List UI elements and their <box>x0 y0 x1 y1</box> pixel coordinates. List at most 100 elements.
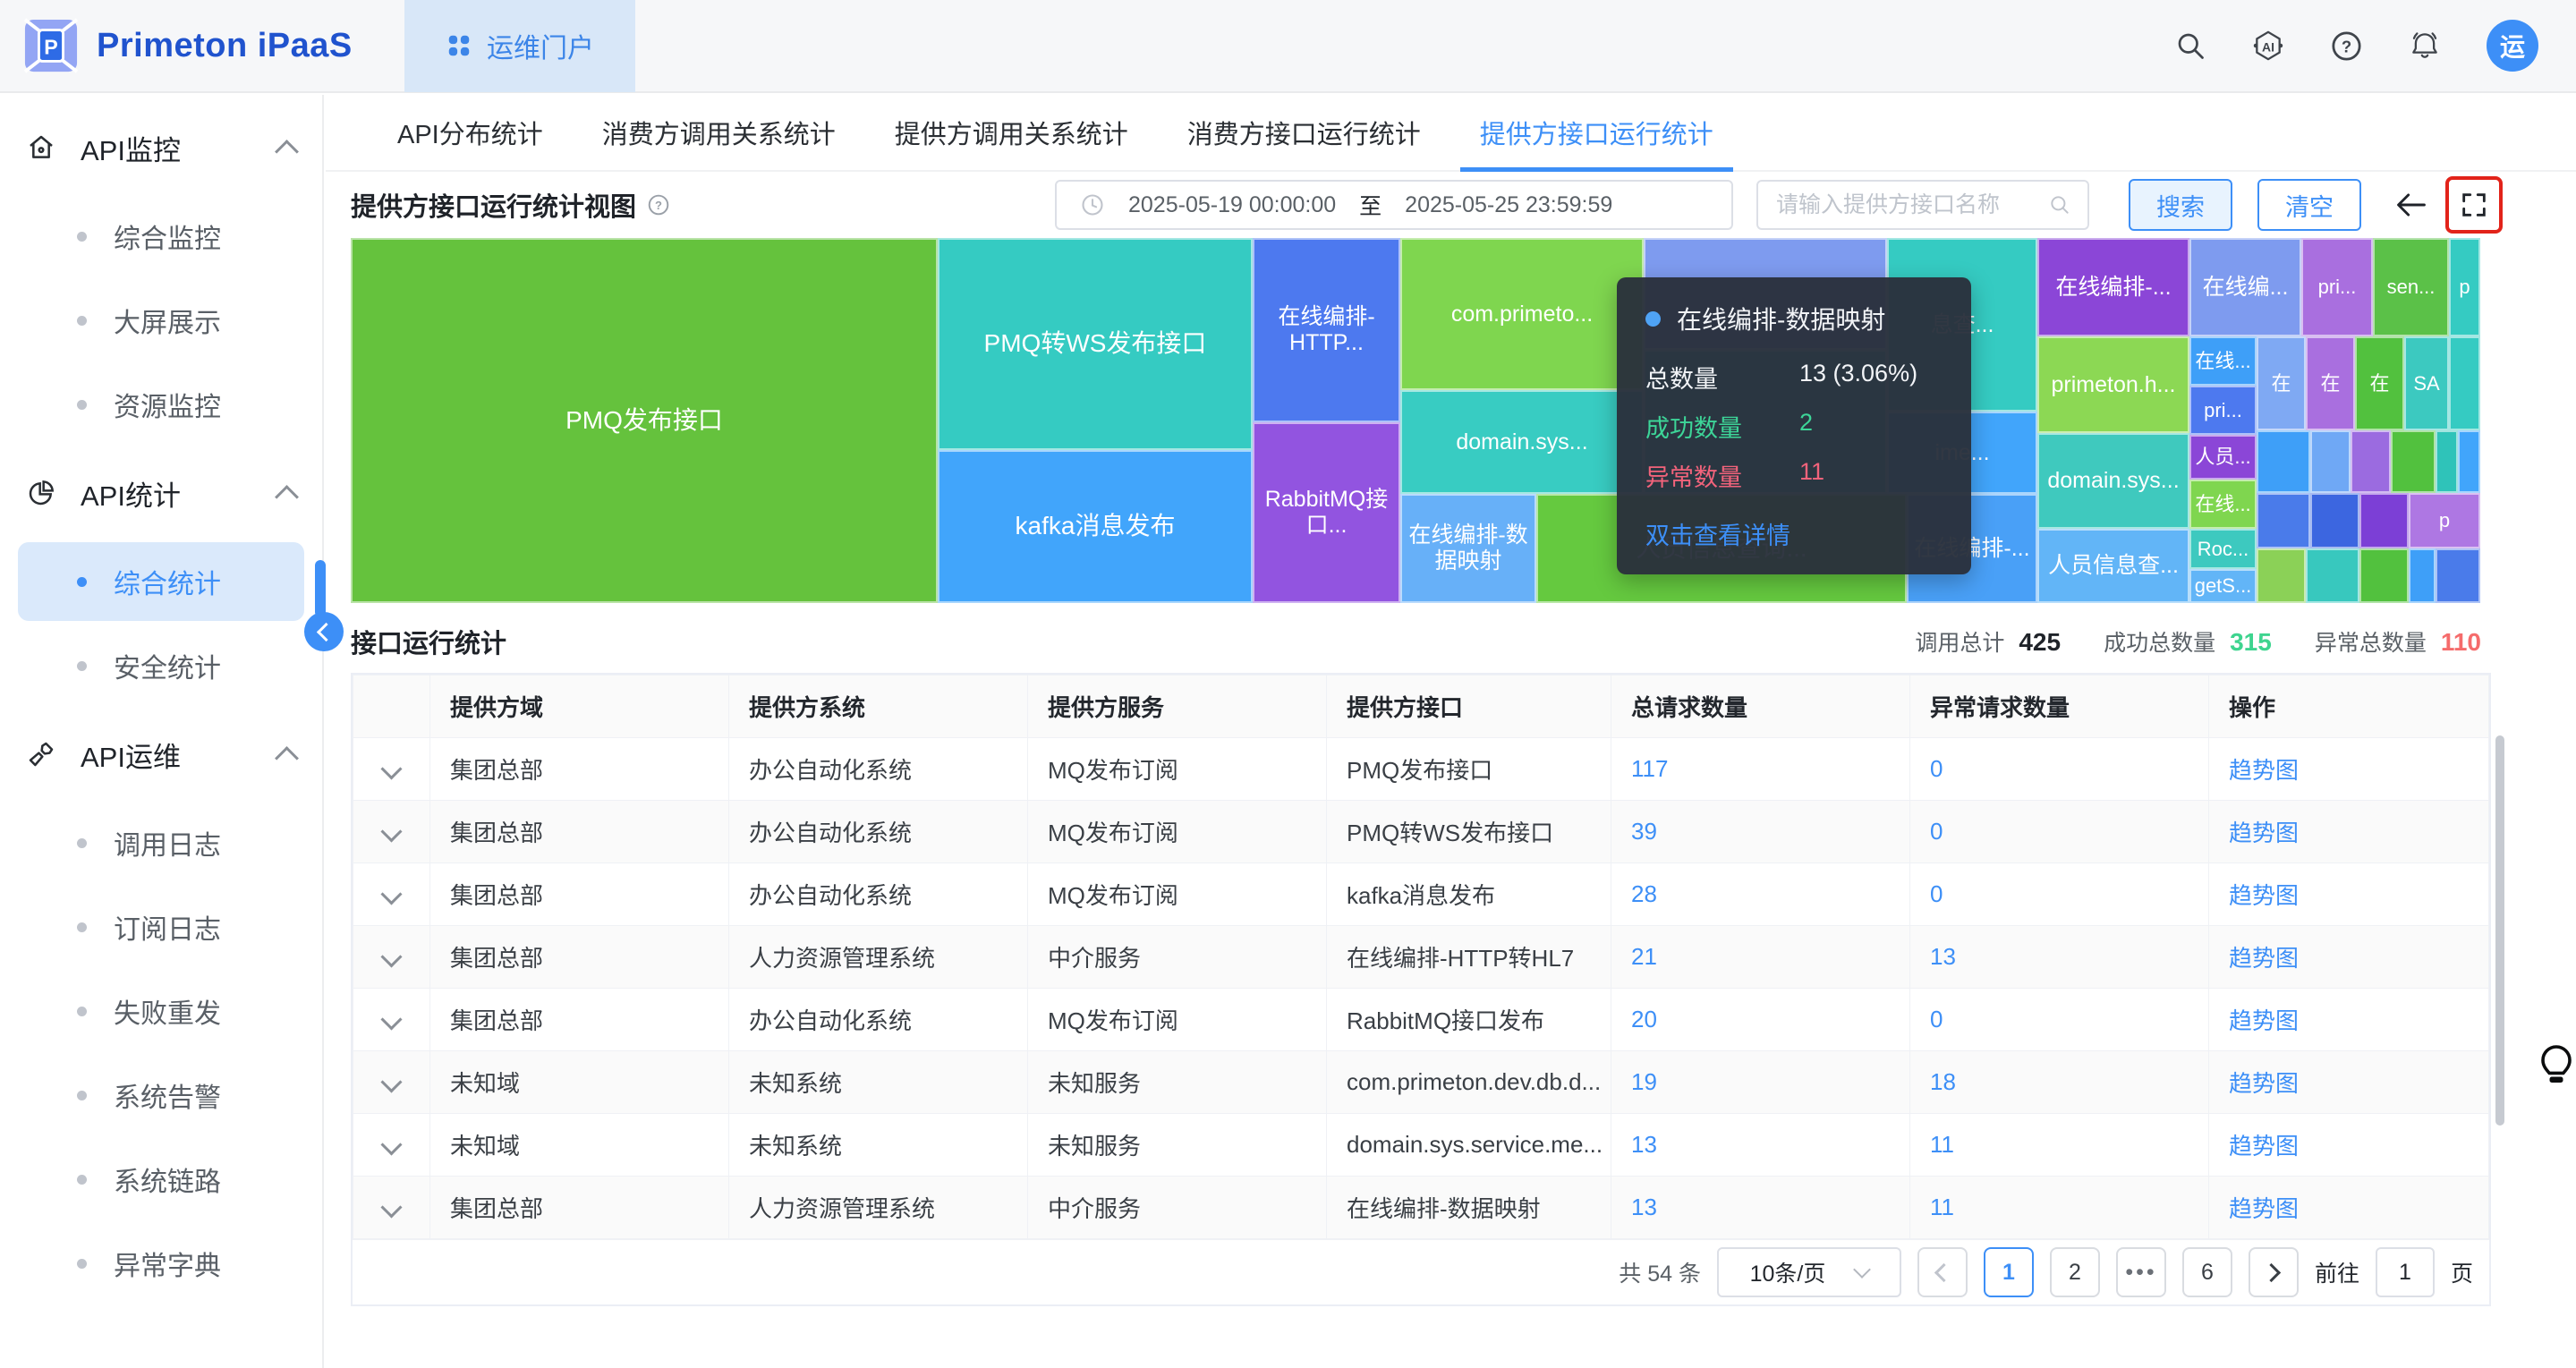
treemap-cell[interactable] <box>2310 430 2351 493</box>
treemap-cell-在[interactable]: 在 <box>2355 336 2404 430</box>
treemap-cell[interactable] <box>2436 430 2458 493</box>
trend-chart-link[interactable]: 趋势图 <box>2229 757 2299 784</box>
treemap-cell[interactable] <box>2257 548 2306 603</box>
treemap-cell-在线编排-...[interactable]: 在线编排-... <box>2037 238 2189 336</box>
portal-tab[interactable]: 运维门户 <box>404 0 635 92</box>
total-count-link[interactable]: 13 <box>1631 1194 1657 1220</box>
errors-count-link[interactable]: 0 <box>1930 1006 1943 1032</box>
treemap-cell-p[interactable]: p <box>2449 238 2480 336</box>
treemap-cell[interactable] <box>2257 493 2310 548</box>
errors-count-link[interactable]: 0 <box>1930 755 1943 782</box>
treemap-cell-在线编...[interactable]: 在线编... <box>2189 238 2301 336</box>
treemap-cell[interactable] <box>2409 548 2436 603</box>
chevron-down-icon[interactable] <box>380 758 402 779</box>
total-count-link[interactable]: 39 <box>1631 818 1657 845</box>
treemap-cell[interactable] <box>2257 430 2310 493</box>
tab-消费方接口运行统计[interactable]: 消费方接口运行统计 <box>1168 95 1441 170</box>
ai-assistant-icon[interactable]: AI <box>2251 29 2285 63</box>
treemap-cell-Roc...[interactable]: Roc... <box>2189 529 2257 569</box>
sidebar-item-综合统计[interactable]: 综合统计 <box>18 542 304 621</box>
date-range-picker[interactable]: 2025-05-19 00:00:00 至 2025-05-25 23:59:5… <box>1055 180 1733 230</box>
sidebar-item-资源监控[interactable]: 资源监控 <box>18 365 304 444</box>
treemap-cell-人员...[interactable]: 人员... <box>2189 435 2257 480</box>
treemap-cell[interactable] <box>2310 493 2359 548</box>
treemap-cell-getS...[interactable]: getS... <box>2189 569 2257 603</box>
sidebar-item-订阅日志[interactable]: 订阅日志 <box>18 888 304 966</box>
sidebar-collapse-button[interactable] <box>304 612 344 651</box>
sidebar-item-大屏展示[interactable]: 大屏展示 <box>18 281 304 360</box>
tab-消费方调用关系统计[interactable]: 消费方调用关系统计 <box>582 95 855 170</box>
page-button-1[interactable]: 1 <box>1984 1247 2034 1297</box>
treemap-cell-在线...[interactable]: 在线... <box>2189 480 2257 529</box>
treemap-cell-domain.sys...[interactable]: domain.sys... <box>2037 433 2189 529</box>
question-circle-icon[interactable]: ? <box>647 193 670 217</box>
total-count-link[interactable]: 28 <box>1631 880 1657 907</box>
trend-chart-link[interactable]: 趋势图 <box>2229 1007 2299 1034</box>
provider-interface-search-input[interactable] <box>1774 191 2048 219</box>
sidebar-group-API运维[interactable]: API运维 <box>0 710 322 798</box>
page-size-select[interactable]: 10条/页 <box>1717 1247 1901 1297</box>
treemap-cell[interactable] <box>2359 493 2409 548</box>
chevron-down-icon[interactable] <box>380 1008 402 1030</box>
chevron-down-icon[interactable] <box>380 1134 402 1155</box>
treemap-cell-人员信息查...[interactable]: 人员信息查... <box>2037 529 2189 603</box>
treemap-cell-在[interactable]: 在 <box>2257 336 2306 430</box>
treemap-cell[interactable] <box>2351 430 2391 493</box>
page-button-6[interactable]: 6 <box>2182 1247 2232 1297</box>
arrow-left-icon[interactable] <box>2393 187 2429 223</box>
treemap-cell-在线编排-HTTP...[interactable]: 在线编排-HTTP... <box>1253 238 1400 422</box>
treemap-cell-p[interactable]: p <box>2409 493 2480 548</box>
search-icon[interactable] <box>2174 30 2206 62</box>
sidebar-item-系统告警[interactable]: 系统告警 <box>18 1056 304 1134</box>
page-button-2[interactable]: 2 <box>2050 1247 2100 1297</box>
treemap-cell[interactable] <box>2458 430 2480 493</box>
treemap-cell[interactable] <box>2391 430 2436 493</box>
brand[interactable]: P Primeton iPaaS <box>0 18 404 73</box>
notification-bell-icon[interactable] <box>2408 29 2442 63</box>
chevron-down-icon[interactable] <box>380 946 402 967</box>
treemap-cell-pri...[interactable]: pri... <box>2189 386 2257 435</box>
treemap-cell[interactable] <box>2436 548 2480 603</box>
treemap-cell-kafka消息发布[interactable]: kafka消息发布 <box>938 450 1253 603</box>
treemap-cell-在线...[interactable]: 在线... <box>2189 336 2257 386</box>
sidebar-item-异常字典[interactable]: 异常字典 <box>18 1224 304 1303</box>
fullscreen-button-highlighted[interactable] <box>2445 176 2503 234</box>
tab-提供方调用关系统计[interactable]: 提供方调用关系统计 <box>875 95 1148 170</box>
trend-chart-link[interactable]: 趋势图 <box>2229 1195 2299 1222</box>
treemap-cell[interactable] <box>2449 336 2480 430</box>
errors-count-link[interactable]: 13 <box>1930 943 1956 970</box>
treemap-cell-primeton.h...[interactable]: primeton.h... <box>2037 336 2189 433</box>
errors-count-link[interactable]: 11 <box>1930 1194 1954 1220</box>
goto-page-input[interactable] <box>2376 1247 2435 1297</box>
total-count-link[interactable]: 21 <box>1631 943 1657 970</box>
treemap-cell-PMQ转WS发布接口[interactable]: PMQ转WS发布接口 <box>938 238 1253 450</box>
sidebar-item-综合监控[interactable]: 综合监控 <box>18 197 304 276</box>
tab-API分布统计[interactable]: API分布统计 <box>378 95 563 170</box>
errors-count-link[interactable]: 18 <box>1930 1068 1956 1095</box>
treemap-cell[interactable] <box>2306 548 2359 603</box>
sidebar-item-调用日志[interactable]: 调用日志 <box>18 803 304 882</box>
user-avatar[interactable]: 运 <box>2487 20 2538 72</box>
errors-count-link[interactable]: 0 <box>1930 880 1943 907</box>
trend-chart-link[interactable]: 趋势图 <box>2229 882 2299 909</box>
treemap-cell-SA[interactable]: SA <box>2404 336 2449 430</box>
treemap-cell-在[interactable]: 在 <box>2306 336 2355 430</box>
sidebar-item-安全统计[interactable]: 安全统计 <box>18 626 304 705</box>
treemap-cell-RabbitMQ接口...[interactable]: RabbitMQ接口... <box>1253 422 1400 603</box>
treemap-cell[interactable] <box>2359 548 2409 603</box>
trend-chart-link[interactable]: 趋势图 <box>2229 1133 2299 1160</box>
sidebar-item-失败重发[interactable]: 失败重发 <box>18 972 304 1050</box>
treemap-cell-com.primeto...[interactable]: com.primeto... <box>1400 238 1644 390</box>
clear-button[interactable]: 清空 <box>2257 179 2361 231</box>
next-page-button[interactable] <box>2249 1247 2299 1297</box>
errors-count-link[interactable]: 11 <box>1930 1131 1954 1158</box>
total-count-link[interactable]: 13 <box>1631 1131 1657 1158</box>
treemap-cell-domain.sys...[interactable]: domain.sys... <box>1400 390 1644 494</box>
errors-count-link[interactable]: 0 <box>1930 818 1943 845</box>
treemap-cell-在线编排-数据映射[interactable]: 在线编排-数据映射 <box>1400 494 1536 603</box>
total-count-link[interactable]: 19 <box>1631 1068 1657 1095</box>
table-scrollbar-thumb[interactable] <box>2495 735 2504 1126</box>
treemap-cell-sen...[interactable]: sen... <box>2373 238 2449 336</box>
treemap-cell-PMQ发布接口[interactable]: PMQ发布接口 <box>351 238 938 603</box>
chevron-down-icon[interactable] <box>380 1071 402 1092</box>
